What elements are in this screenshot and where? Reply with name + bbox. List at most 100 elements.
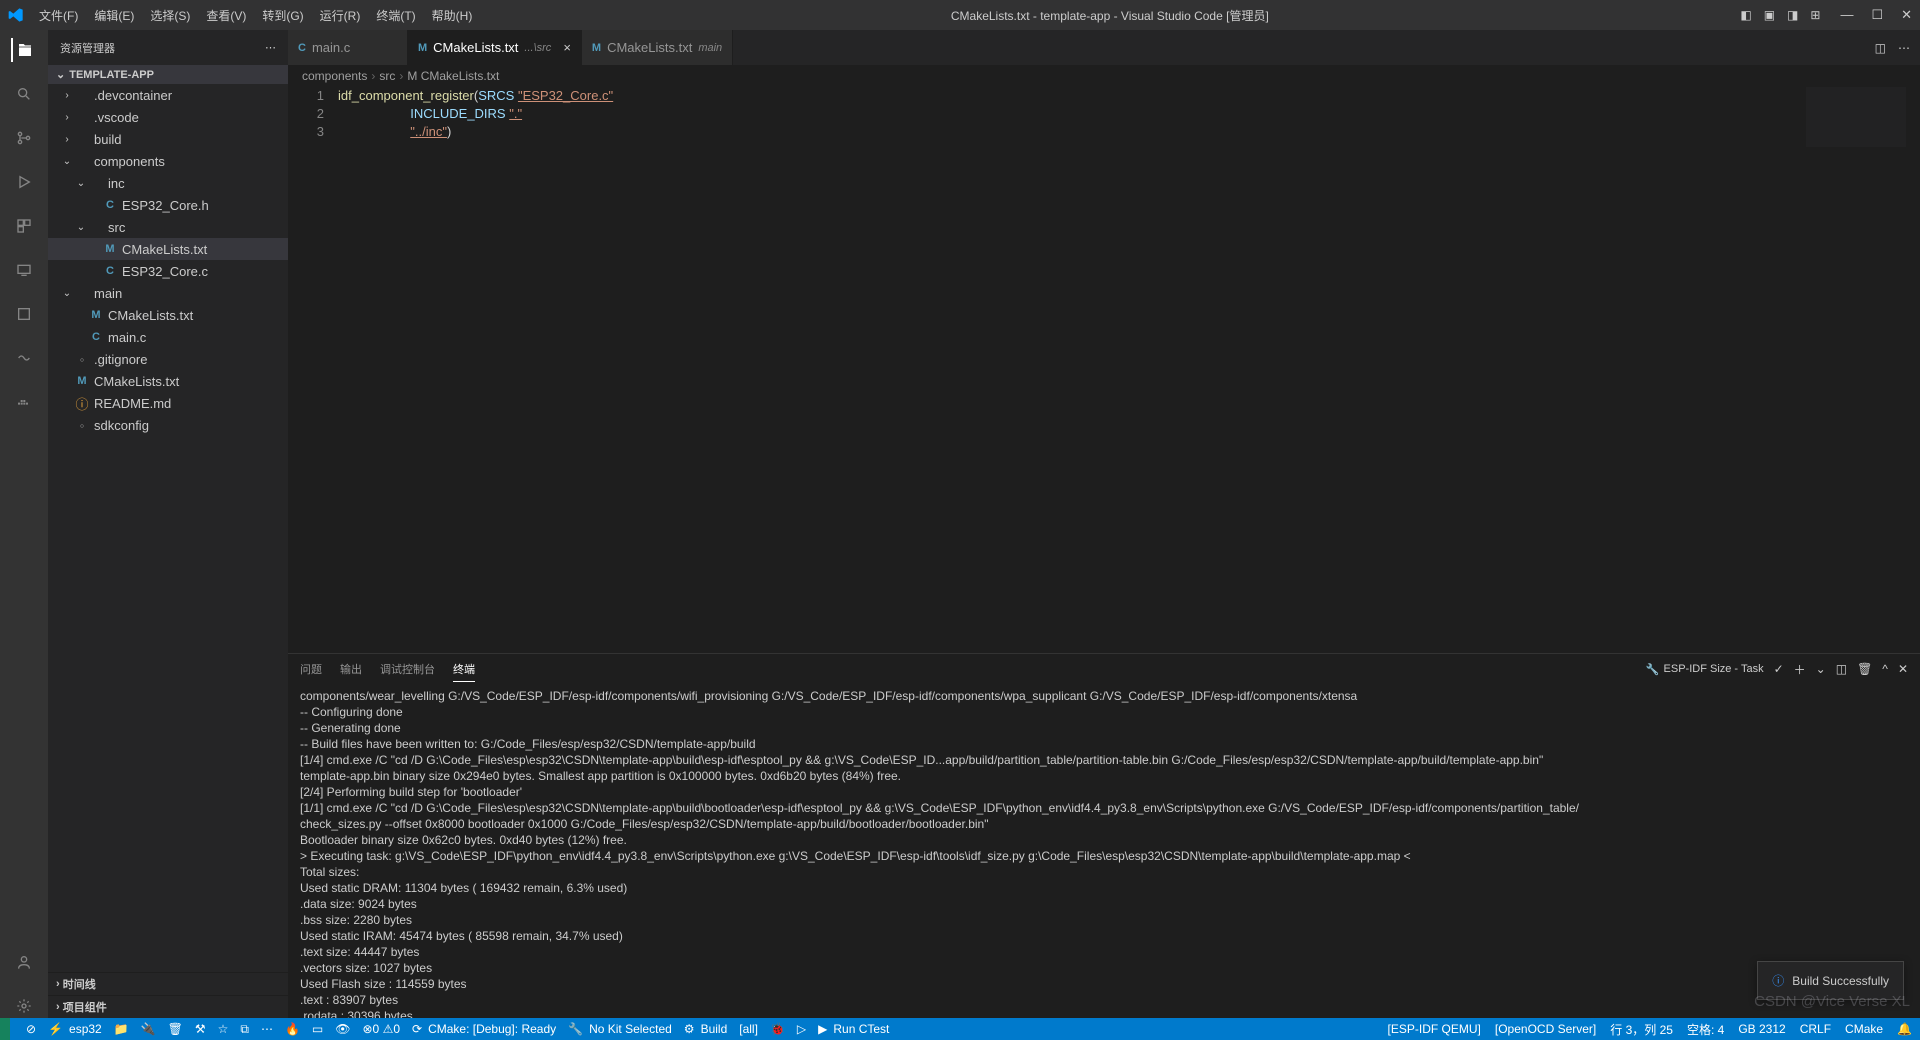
maximize-button[interactable]: ☐ (1871, 7, 1883, 23)
breadcrumb-item[interactable]: components (302, 69, 367, 83)
panel-tab[interactable]: 问题 (300, 657, 322, 682)
panel-task-indicator[interactable]: 🔧 ESP-IDF Size - Task (1646, 663, 1764, 676)
chevron-down-icon[interactable]: ⌄ (1816, 662, 1826, 676)
search-icon[interactable] (12, 82, 36, 106)
more-actions-icon[interactable]: ⋯ (1898, 41, 1910, 55)
tree-item[interactable]: ⌄main (48, 282, 288, 304)
status-item[interactable]: 🐞 (770, 1022, 785, 1037)
status-item[interactable]: 🔧No Kit Selected (568, 1022, 672, 1037)
minimize-button[interactable]: — (1840, 7, 1853, 23)
tree-item[interactable]: MCMakeLists.txt (48, 304, 288, 326)
tree-item[interactable]: ›build (48, 128, 288, 150)
minimap[interactable] (1806, 87, 1906, 147)
status-item[interactable]: 📁 (114, 1022, 129, 1037)
checkmark-icon[interactable]: ✓ (1774, 662, 1784, 676)
status-item[interactable]: ⊘ (26, 1022, 36, 1037)
status-item[interactable]: 🔔 (1897, 1021, 1912, 1038)
menu-item[interactable]: 查看(V) (199, 3, 253, 28)
panel-tab[interactable]: 输出 (340, 657, 362, 682)
tree-item[interactable]: ⌄src (48, 216, 288, 238)
status-item[interactable]: 👁 (335, 1022, 350, 1037)
status-item[interactable]: ⧉ (240, 1022, 249, 1037)
project-folder-header[interactable]: ⌄ TEMPLATE-APP (48, 65, 288, 84)
kill-terminal-icon[interactable]: 🗑 (1857, 662, 1872, 676)
close-button[interactable]: ✕ (1901, 7, 1912, 23)
remote-indicator[interactable] (0, 1018, 10, 1040)
panel-tab[interactable]: 调试控制台 (380, 657, 435, 682)
tree-item[interactable]: CESP32_Core.c (48, 260, 288, 282)
split-terminal-icon[interactable]: ◫ (1836, 662, 1847, 676)
tree-item[interactable]: ⌄components (48, 150, 288, 172)
tree-item[interactable]: ⌄inc (48, 172, 288, 194)
status-item[interactable]: ☆ (218, 1022, 229, 1037)
maximize-panel-icon[interactable]: ^ (1882, 662, 1888, 676)
new-terminal-icon[interactable]: ＋ (1794, 661, 1806, 678)
status-item[interactable]: GB 2312 (1738, 1021, 1785, 1038)
toggle-secondary-side-icon[interactable]: ◨ (1787, 8, 1798, 22)
status-item[interactable]: ▶Run CTest (818, 1022, 889, 1037)
breadcrumb-item[interactable]: M CMakeLists.txt (407, 69, 499, 83)
status-item[interactable]: CMake (1845, 1021, 1883, 1038)
docker-icon[interactable] (12, 390, 36, 414)
tree-item[interactable]: MCMakeLists.txt (48, 238, 288, 260)
status-item[interactable]: [OpenOCD Server] (1495, 1021, 1596, 1038)
sidebar-more-icon[interactable]: ⋯ (265, 41, 276, 54)
notification-toast[interactable]: ⓘ Build Successfully (1757, 961, 1904, 1000)
menu-item[interactable]: 运行(R) (313, 3, 368, 28)
code-lines[interactable]: idf_component_register(SRCS "ESP32_Core.… (338, 87, 1920, 653)
breadcrumb[interactable]: components›src›M CMakeLists.txt (288, 65, 1920, 87)
rainmaker-icon[interactable] (12, 346, 36, 370)
section-outline[interactable]: › 时间线 (48, 972, 288, 995)
status-item[interactable]: 🗑 (168, 1022, 183, 1037)
tree-item[interactable]: ›.vscode (48, 106, 288, 128)
breadcrumb-item[interactable]: src (379, 69, 395, 83)
run-debug-icon[interactable] (12, 170, 36, 194)
tree-item[interactable]: ›.devcontainer (48, 84, 288, 106)
editor-tab[interactable]: Cmain.c (288, 30, 408, 65)
status-item[interactable]: CRLF (1800, 1021, 1831, 1038)
status-item[interactable]: 行 3，列 25 (1610, 1021, 1673, 1038)
code-editor[interactable]: 123 idf_component_register(SRCS "ESP32_C… (288, 87, 1920, 653)
panel-tab[interactable]: 终端 (453, 657, 475, 682)
section-npm[interactable]: › 项目组件 (48, 995, 288, 1018)
settings-gear-icon[interactable] (12, 994, 36, 1018)
editor-tab[interactable]: MCMakeLists.txtmain (582, 30, 733, 65)
menu-item[interactable]: 转到(G) (255, 3, 310, 28)
split-editor-icon[interactable]: ◫ (1875, 41, 1886, 55)
source-control-icon[interactable] (12, 126, 36, 150)
close-panel-icon[interactable]: ✕ (1898, 662, 1908, 676)
tree-item[interactable]: MCMakeLists.txt (48, 370, 288, 392)
menu-item[interactable]: 文件(F) (32, 3, 85, 28)
remote-icon[interactable] (12, 258, 36, 282)
tree-item[interactable]: ⓘREADME.md (48, 392, 288, 414)
editor-tab[interactable]: MCMakeLists.txt...\src× (408, 30, 582, 65)
status-item[interactable]: ▷ (797, 1022, 806, 1037)
tree-item[interactable]: CESP32_Core.h (48, 194, 288, 216)
tree-item[interactable]: Cmain.c (48, 326, 288, 348)
status-item[interactable]: 🔌 (141, 1022, 156, 1037)
status-item[interactable]: ▭ (312, 1022, 323, 1037)
tree-item[interactable]: ◦sdkconfig (48, 414, 288, 436)
explorer-icon[interactable] (11, 38, 35, 62)
menu-item[interactable]: 帮助(H) (425, 3, 480, 28)
close-tab-icon[interactable]: × (563, 40, 571, 55)
status-item[interactable]: ⚡esp32 (48, 1022, 102, 1037)
status-item[interactable]: ⚒ (195, 1022, 206, 1037)
menu-item[interactable]: 编辑(E) (87, 3, 141, 28)
status-item[interactable]: 🔥 (285, 1022, 300, 1037)
status-item[interactable]: ⚙Build (684, 1022, 727, 1037)
toggle-primary-side-icon[interactable]: ◧ (1740, 8, 1751, 22)
customize-layout-icon[interactable]: ⊞ (1810, 8, 1820, 22)
status-item[interactable]: ⊗0 ⚠0 (363, 1022, 401, 1037)
status-item[interactable]: 空格: 4 (1687, 1021, 1724, 1038)
status-item[interactable]: [ESP-IDF QEMU] (1388, 1021, 1481, 1038)
espressif-icon[interactable] (12, 302, 36, 326)
account-icon[interactable] (12, 950, 36, 974)
status-item[interactable]: [all] (739, 1022, 758, 1037)
menu-item[interactable]: 终端(T) (369, 3, 422, 28)
status-item[interactable]: ⟳CMake: [Debug]: Ready (412, 1022, 556, 1037)
extensions-icon[interactable] (12, 214, 36, 238)
menu-item[interactable]: 选择(S) (143, 3, 197, 28)
toggle-panel-icon[interactable]: ▣ (1764, 8, 1775, 22)
tree-item[interactable]: ◦.gitignore (48, 348, 288, 370)
